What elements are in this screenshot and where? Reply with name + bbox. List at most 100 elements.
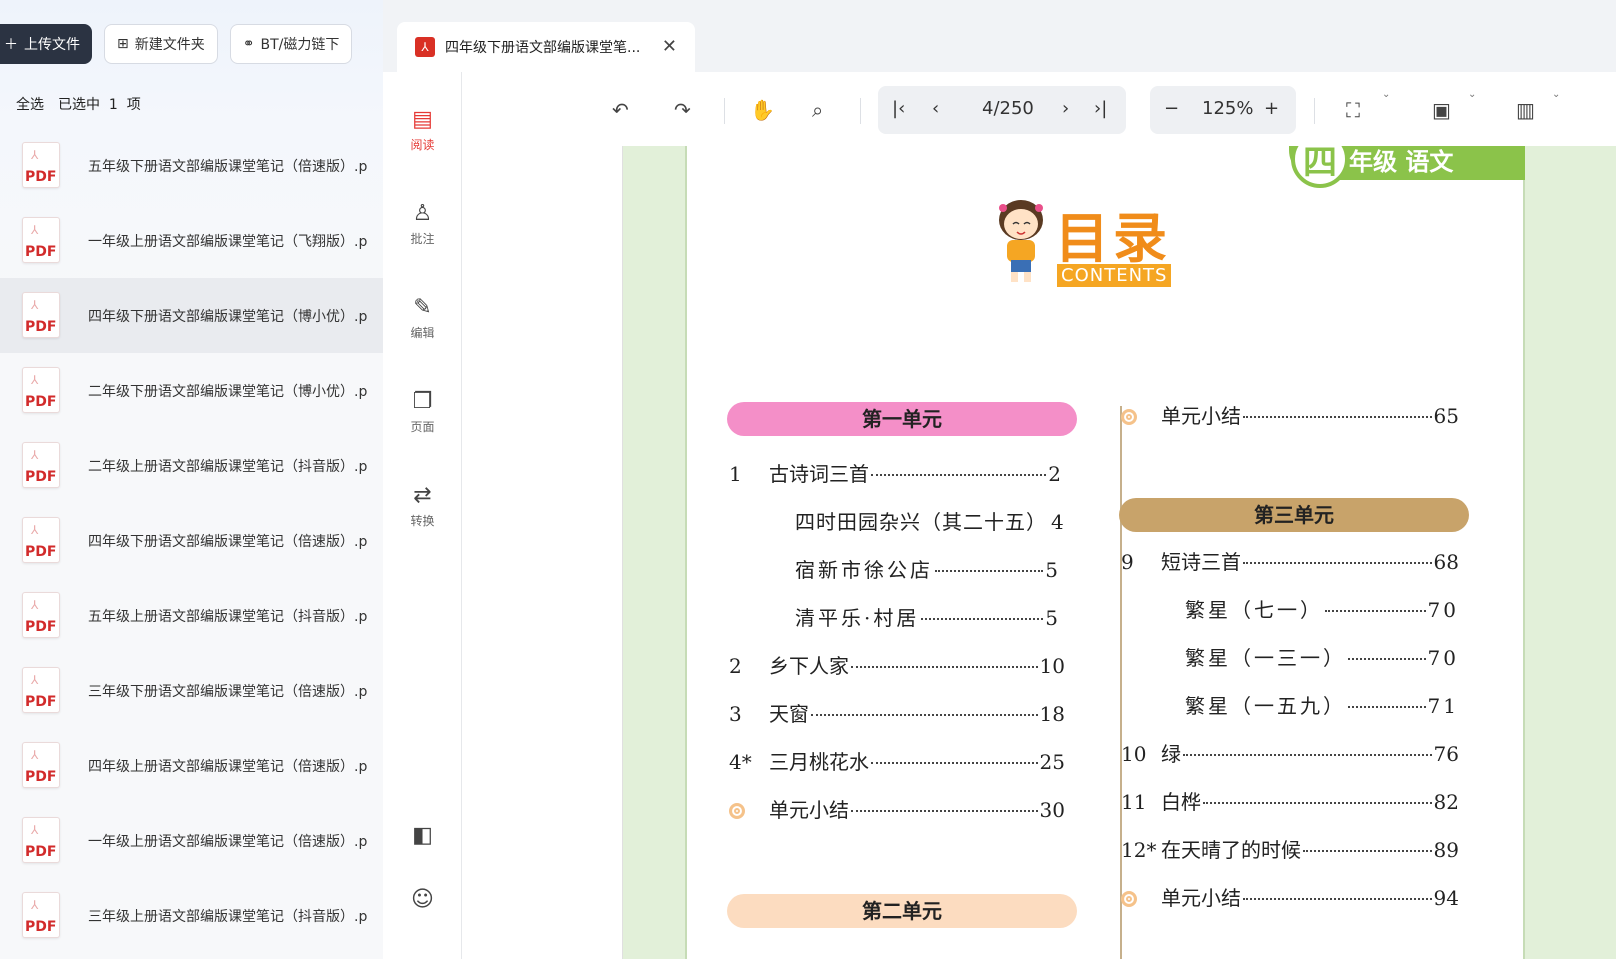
document-tab[interactable]: ⅄ 四年级下册语文部编版课堂笔... ✕ xyxy=(397,22,695,72)
prev-page-icon[interactable]: ‹ xyxy=(932,98,939,119)
edit-icon: ✎ xyxy=(413,295,432,320)
highlighter-icon: ♙ xyxy=(412,201,433,226)
convert-icon: ⇄ xyxy=(413,483,432,508)
pdf-file-icon: ⅄ PDF xyxy=(22,891,62,940)
page-layout-icon[interactable]: ▥ xyxy=(1516,98,1535,122)
page-indicator[interactable]: 4/250 xyxy=(982,98,1034,119)
toc-entry[interactable]: 12* 在天晴了的时候 89 xyxy=(1121,834,1459,863)
file-name: 一年级上册语文部编版课堂笔记（飞翔版）.p xyxy=(88,233,368,250)
fullscreen-icon[interactable]: ▣ xyxy=(1432,98,1451,122)
file-row[interactable]: ⅄ PDF 五年级下册语文部编版课堂笔记（倍速版）.p xyxy=(0,128,383,203)
file-row[interactable]: ⅄ PDF 二年级上册语文部编版课堂笔记（抖音版）.p xyxy=(0,428,383,503)
pdf-file-icon: ⅄ PDF xyxy=(22,141,62,190)
folder-plus-icon: ⊞ xyxy=(117,36,129,52)
sidebar-item-pages[interactable]: ❐ 页面 xyxy=(383,390,462,435)
file-name: 一年级上册语文部编版课堂笔记（倍速版）.p xyxy=(88,833,368,850)
sidebar-item-read[interactable]: ▤ 阅读 xyxy=(383,108,462,153)
sidebar-item-label: 转换 xyxy=(410,514,435,528)
toc-entry[interactable]: 1 古诗词三首 2 xyxy=(729,458,1061,487)
toc-entry[interactable]: 繁星（一五九） 71 xyxy=(1185,690,1459,719)
file-row[interactable]: ⅄ PDF 一年级上册语文部编版课堂笔记（飞翔版）.p xyxy=(0,203,383,278)
comment-icon: ☺ xyxy=(411,887,434,912)
toc-entry[interactable]: 2 乡下人家 10 xyxy=(729,650,1065,679)
pdf-file-icon: ⅄ PDF xyxy=(22,741,62,790)
close-icon[interactable]: ✕ xyxy=(662,36,677,57)
toc-entry[interactable]: 繁星（一三一） 70 xyxy=(1185,642,1459,671)
toc-title: 目录 xyxy=(1055,207,1171,270)
new-folder-button[interactable]: ⊞ 新建文件夹 xyxy=(104,24,218,64)
file-row[interactable]: ⅄ PDF 三年级下册语文部编版课堂笔记（倍速版）.p xyxy=(0,653,383,728)
pdf-file-icon: ⅄ PDF xyxy=(22,291,62,340)
pdf-file-icon: ⅄ PDF xyxy=(22,816,62,865)
next-page-icon[interactable]: › xyxy=(1062,98,1069,119)
toc-entry[interactable]: 四时田园杂兴（其二十五） 4 xyxy=(795,506,1064,535)
pdf-file-icon: ⅄ PDF xyxy=(22,591,62,640)
tab-title: 四年级下册语文部编版课堂笔... xyxy=(445,40,641,56)
toc-entry[interactable]: 单元小结 30 xyxy=(729,794,1065,823)
first-page-icon[interactable]: |‹ xyxy=(892,98,905,119)
sidebar-item-annotate[interactable]: ♙ 批注 xyxy=(383,202,462,247)
mascot-illustration xyxy=(999,200,1043,282)
panel-icon: ◧ xyxy=(412,823,433,848)
pdf-file-icon: ⅄ PDF xyxy=(22,441,62,490)
sidebar-item-label: 编辑 xyxy=(410,326,435,340)
chevron-down-icon[interactable]: ⌄ xyxy=(1382,89,1390,100)
zoom-out-icon[interactable]: − xyxy=(1164,98,1179,119)
redo-icon[interactable]: ↷ xyxy=(674,98,691,122)
magnet-icon: ⚭ xyxy=(242,36,255,52)
file-name: 三年级上册语文部编版课堂笔记（抖音版）.p xyxy=(88,908,368,925)
file-row[interactable]: ⅄ PDF 五年级上册语文部编版课堂笔记（抖音版）.p xyxy=(0,578,383,653)
undo-icon[interactable]: ↶ xyxy=(612,98,629,122)
toc-entry[interactable]: 10 绿 76 xyxy=(1121,738,1459,767)
page-navigation: |‹ ‹ 4/250 › ›| xyxy=(878,86,1126,134)
select-all-link[interactable]: 全选 xyxy=(16,94,44,114)
panel-toggle-button[interactable]: ◧ xyxy=(383,824,462,852)
file-name: 二年级上册语文部编版课堂笔记（抖音版）.p xyxy=(88,458,368,475)
pdf-file-icon: ⅄ PDF xyxy=(22,666,62,715)
zoom-in-icon[interactable]: + xyxy=(1264,98,1279,119)
chevron-down-icon[interactable]: ⌄ xyxy=(1552,89,1560,100)
grade-number: 四 xyxy=(1291,146,1349,188)
toc-subtitle: CONTENTS xyxy=(1057,264,1172,287)
toc-entry[interactable]: 单元小结 94 xyxy=(1121,882,1459,911)
file-row[interactable]: ⅄ PDF 三年级上册语文部编版课堂笔记（抖音版）.p xyxy=(0,878,383,953)
fit-page-icon[interactable]: ⛶ xyxy=(1346,98,1360,122)
toc-entry[interactable]: 11 白桦 82 xyxy=(1121,786,1459,815)
search-icon[interactable]: ⌕ xyxy=(812,98,823,122)
sidebar-item-edit[interactable]: ✎ 编辑 xyxy=(383,296,462,341)
document-canvas[interactable]: 年级 语文 四 目录 CONTENTS 第一单元 第二单元 第三单元 1 古诗词三… xyxy=(462,146,1616,959)
file-row[interactable]: ⅄ PDF 二年级下册语文部编版课堂笔记（博小优）.p xyxy=(0,353,383,428)
toc-entry[interactable]: 清平乐·村居 5 xyxy=(795,602,1061,631)
page-content: 年级 语文 四 目录 CONTENTS 第一单元 第二单元 第三单元 1 古诗词三… xyxy=(685,146,1525,959)
pdf-page: 年级 语文 四 目录 CONTENTS 第一单元 第二单元 第三单元 1 古诗词三… xyxy=(622,146,1616,959)
bt-magnet-button[interactable]: ⚭ BT/磁力链下 xyxy=(229,24,353,64)
unit-summary-icon xyxy=(729,803,745,819)
file-row[interactable]: ⅄ PDF 四年级上册语文部编版课堂笔记（倍速版）.p xyxy=(0,728,383,803)
toc-entry[interactable]: 4* 三月桃花水 25 xyxy=(729,746,1065,775)
upload-button[interactable]: ＋ 上传文件 xyxy=(0,24,92,64)
selected-text: 已选中 xyxy=(58,97,100,113)
book-icon: ▤ xyxy=(412,107,433,132)
sidebar-item-convert[interactable]: ⇄ 转换 xyxy=(383,484,462,529)
sidebar-item-label: 页面 xyxy=(410,420,435,434)
file-toolbar: ＋ 上传文件 ⊞ 新建文件夹 ⚭ BT/磁力链下 xyxy=(0,24,353,64)
chevron-down-icon[interactable]: ⌄ xyxy=(1468,89,1476,100)
file-row-selected[interactable]: ⅄ PDF 四年级下册语文部编版课堂笔记（博小优）.p xyxy=(0,278,383,353)
selection-bar: 全选 已选中 1 项 xyxy=(16,94,141,114)
zoom-control: − 125% + xyxy=(1150,86,1296,134)
file-name: 四年级下册语文部编版课堂笔记（博小优）.p xyxy=(88,308,368,325)
toc-entry[interactable]: 单元小结 65 xyxy=(1121,400,1459,429)
file-row[interactable]: ⅄ PDF 四年级下册语文部编版课堂笔记（倍速版）.p xyxy=(0,503,383,578)
file-list: ⅄ PDF 五年级下册语文部编版课堂笔记（倍速版）.p ⅄ PDF 一年级上册语文部编版… xyxy=(0,128,383,953)
comment-button[interactable]: ☺ xyxy=(383,888,462,916)
hand-tool-icon[interactable]: ✋ xyxy=(750,98,775,122)
file-row[interactable]: ⅄ PDF 一年级上册语文部编版课堂笔记（倍速版）.p xyxy=(0,803,383,878)
toc-entry[interactable]: 9 短诗三首 68 xyxy=(1121,546,1459,575)
toc-entry[interactable]: 宿新市徐公店 5 xyxy=(795,554,1061,583)
toc-entry[interactable]: 繁星（七一） 70 xyxy=(1185,594,1459,623)
unit-summary-icon xyxy=(1121,891,1137,907)
zoom-level[interactable]: 125% xyxy=(1202,98,1253,119)
sidebar-item-label: 批注 xyxy=(410,232,435,246)
toc-entry[interactable]: 3 天窗 18 xyxy=(729,698,1065,727)
last-page-icon[interactable]: ›| xyxy=(1094,98,1107,119)
